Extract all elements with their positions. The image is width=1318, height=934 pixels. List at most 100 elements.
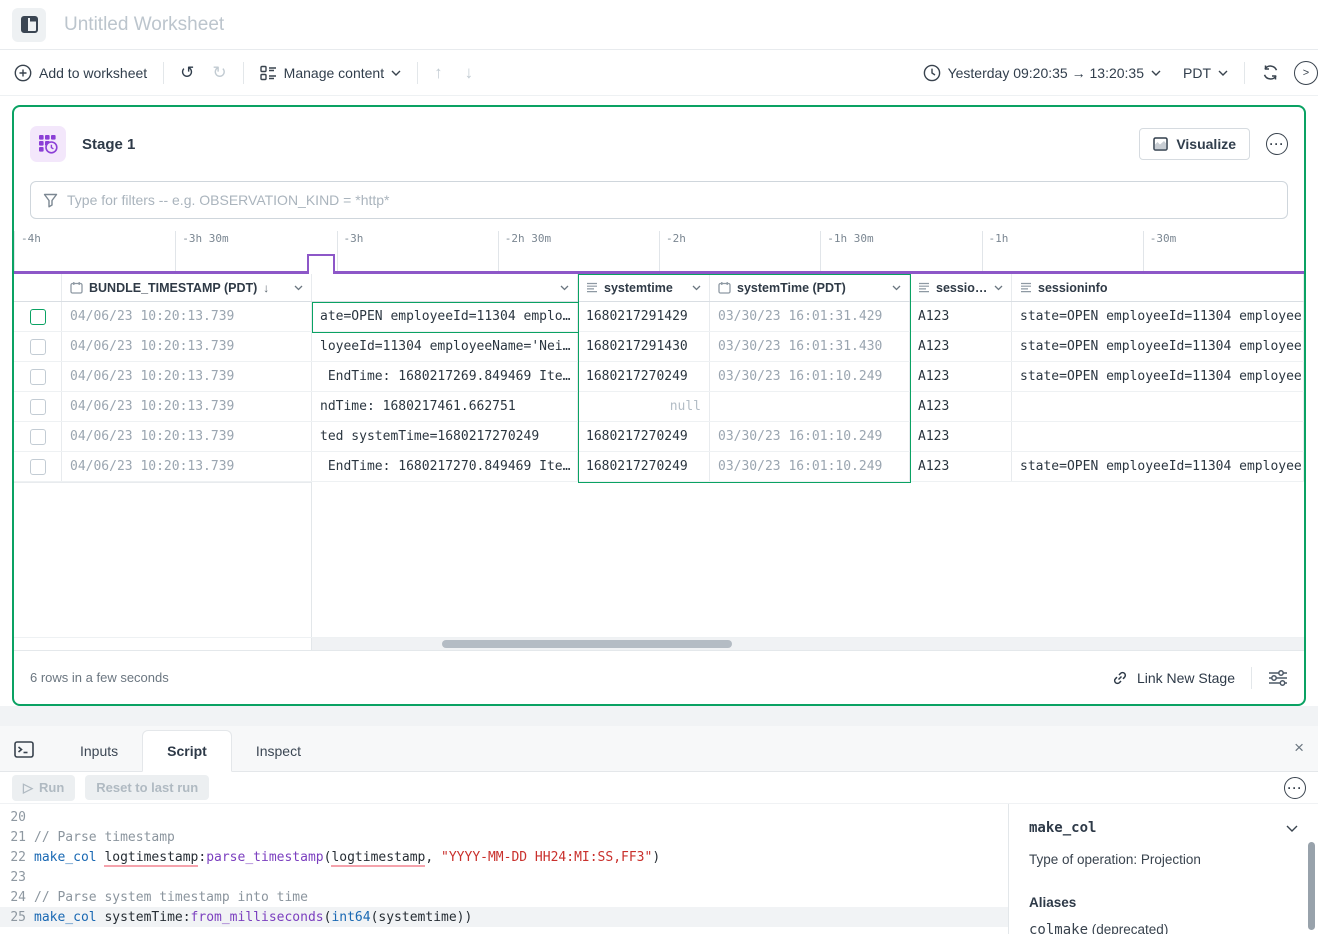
cell-sessionid[interactable]: A123 [910, 302, 1012, 331]
table-row: 04/06/23 10:20:13.739 loyeeId=11304 emplo… [14, 332, 1304, 362]
move-up-button[interactable]: ↑ [434, 64, 443, 81]
cell-systemtime[interactable]: 1680217270249 [578, 452, 710, 481]
cell-bundle_timestamp[interactable]: 04/06/23 10:20:13.739 [62, 302, 312, 331]
clock-icon [923, 64, 940, 81]
cell-sessioninfo[interactable] [1012, 422, 1304, 451]
cell-log[interactable]: ted systemTime=1680217270249 [312, 422, 578, 451]
cell-system_time_pdt[interactable]: 03/30/23 16:01:10.249 [710, 422, 910, 451]
cell-systemtime[interactable]: 1680217270249 [578, 362, 710, 391]
cell-systemtime[interactable]: null [578, 392, 710, 421]
calendar-icon [718, 281, 731, 294]
time-range-picker[interactable]: Yesterday 09:20:35 → 13:20:35 [923, 64, 1161, 82]
row-checkbox[interactable] [29, 428, 46, 445]
worksheet-title-input[interactable] [64, 13, 664, 36]
column-header-systemtime[interactable]: systemtime [578, 274, 710, 301]
stage-title[interactable]: Stage 1 [82, 136, 135, 153]
undo-button[interactable]: ↺ [180, 64, 194, 81]
timeline-tick: -2h 30m [497, 231, 659, 274]
move-down-button[interactable]: ↓ [465, 64, 474, 81]
row-checkbox[interactable] [29, 458, 46, 475]
cell-bundle_timestamp[interactable]: 04/06/23 10:20:13.739 [62, 362, 312, 391]
column-header-unnamed[interactable] [312, 274, 578, 301]
chevron-down-icon[interactable] [892, 285, 901, 291]
collapse-panel-button[interactable]: > [1294, 60, 1318, 85]
chevron-down-icon[interactable] [692, 285, 701, 291]
cell-log[interactable]: ate=OPEN employeeId=11304 emplo… [312, 302, 578, 331]
row-checkbox[interactable] [29, 398, 46, 415]
cell-system_time_pdt[interactable]: 03/30/23 16:01:10.249 [710, 452, 910, 481]
hscroll-thumb[interactable] [442, 640, 732, 648]
run-button[interactable]: ▷ Run [12, 774, 76, 801]
timeline[interactable]: -4h -3h 30m -3h -2h 30m -2h -1h 30m -1h -30m [14, 231, 1304, 274]
cell-log[interactable]: EndTime: 1680217269.849469 Ite… [312, 362, 578, 391]
code-line-24[interactable]: 24// Parse system timestamp into time [0, 887, 1008, 907]
column-header-sessionid[interactable]: sessionid [910, 274, 1012, 301]
row-checkbox[interactable] [29, 338, 46, 355]
filter-input[interactable] [67, 192, 1275, 208]
bottom-tabs: Inputs Script Inspect × [0, 726, 1318, 772]
opal-script-editor[interactable]: 20 21// Parse timestamp 22 make_col logtime… [0, 804, 1008, 934]
select-all-column [14, 274, 62, 301]
cell-sessionid[interactable]: A123 [910, 422, 1012, 451]
close-panel-button[interactable]: × [1294, 738, 1304, 758]
cell-system_time_pdt[interactable]: 03/30/23 16:01:10.249 [710, 362, 910, 391]
cell-log[interactable]: ndTime: 1680217461.662751 [312, 392, 578, 421]
cell-sessionid[interactable]: A123 [910, 452, 1012, 481]
cell-bundle_timestamp[interactable]: 04/06/23 10:20:13.739 [62, 422, 312, 451]
docs-scrollbar-thumb[interactable] [1308, 842, 1315, 930]
cell-sessioninfo[interactable]: state=OPEN employeeId=11304 employee [1012, 362, 1304, 391]
code-line-20[interactable]: 20 [0, 807, 1008, 827]
docs-function-header[interactable]: make_col [1029, 820, 1298, 836]
code-line-25[interactable]: 25 make_col systemTime:from_milliseconds(… [0, 907, 1008, 927]
code-line-21[interactable]: 21// Parse timestamp [0, 827, 1008, 847]
row-checkbox[interactable] [29, 308, 46, 325]
plus-circle-icon [14, 64, 32, 81]
cell-sessioninfo[interactable] [1012, 392, 1304, 421]
cell-log[interactable]: loyeeId=11304 employeeName='Nei… [312, 332, 578, 361]
chevron-down-icon[interactable] [294, 285, 303, 291]
cell-system_time_pdt[interactable] [710, 392, 910, 421]
cell-sessionid[interactable]: A123 [910, 362, 1012, 391]
cell-sessioninfo[interactable]: state=OPEN employeeId=11304 employee [1012, 302, 1304, 331]
cell-log[interactable]: EndTime: 1680217270.849469 Ite… [312, 452, 578, 481]
cell-sessioninfo[interactable]: state=OPEN employeeId=11304 employee [1012, 332, 1304, 361]
tab-inputs[interactable]: Inputs [56, 731, 142, 771]
stage-menu-button[interactable]: ··· [1266, 133, 1288, 155]
script-menu-button[interactable]: ··· [1284, 776, 1306, 799]
cell-system_time_pdt[interactable]: 03/30/23 16:01:31.429 [710, 302, 910, 331]
table-settings-icon[interactable] [1268, 669, 1288, 687]
link-new-stage-button[interactable]: Link New Stage [1112, 670, 1235, 686]
chevron-down-icon[interactable] [994, 285, 1003, 291]
function-docs-panel: make_col Type of operation: Projection A… [1008, 804, 1318, 934]
cell-systemtime[interactable]: 1680217291430 [578, 332, 710, 361]
row-checkbox[interactable] [29, 368, 46, 385]
cell-system_time_pdt[interactable]: 03/30/23 16:01:31.430 [710, 332, 910, 361]
cell-systemtime[interactable]: 1680217291429 [578, 302, 710, 331]
code-line-22[interactable]: 22 make_col logtimestamp:parse_timestamp(… [0, 847, 1008, 867]
manage-content-button[interactable]: Manage content [259, 65, 401, 81]
visualize-button[interactable]: Visualize [1139, 128, 1250, 160]
cell-bundle_timestamp[interactable]: 04/06/23 10:20:13.739 [62, 332, 312, 361]
stage-panel: Stage 1 Visualize ··· -4h-3h 30m-3h-2h 3… [12, 105, 1306, 706]
cell-sessioninfo[interactable]: state=OPEN employeeId=11304 employee [1012, 452, 1304, 481]
column-header-BUNDLE_TIMESTAMP (PDT)[interactable]: BUNDLE_TIMESTAMP (PDT) ↓ [62, 274, 312, 301]
timeline-brush-handle[interactable] [307, 254, 335, 274]
cell-sessionid[interactable]: A123 [910, 332, 1012, 361]
text-field-icon [1020, 282, 1032, 293]
tab-inspect[interactable]: Inspect [232, 731, 325, 771]
tab-script[interactable]: Script [142, 730, 232, 772]
refresh-button[interactable] [1261, 63, 1280, 82]
timezone-picker[interactable]: PDT [1183, 65, 1228, 81]
column-header-systemTime (PDT)[interactable]: systemTime (PDT) [710, 274, 910, 301]
add-to-worksheet-button[interactable]: Add to worksheet [14, 64, 147, 82]
chevron-down-icon[interactable] [560, 285, 569, 291]
code-line-23[interactable]: 23 [0, 867, 1008, 887]
cell-systemtime[interactable]: 1680217270249 [578, 422, 710, 451]
cell-bundle_timestamp[interactable]: 04/06/23 10:20:13.739 [62, 392, 312, 421]
reset-to-last-run-button[interactable]: Reset to last run [85, 775, 210, 800]
column-header-sessioninfo[interactable]: sessioninfo [1012, 274, 1304, 301]
cell-bundle_timestamp[interactable]: 04/06/23 10:20:13.739 [62, 452, 312, 481]
cell-sessionid[interactable]: A123 [910, 392, 1012, 421]
redo-button[interactable]: ↻ [212, 64, 226, 81]
table-body: 04/06/23 10:20:13.739 ate=OPEN employeeId… [14, 302, 1304, 482]
